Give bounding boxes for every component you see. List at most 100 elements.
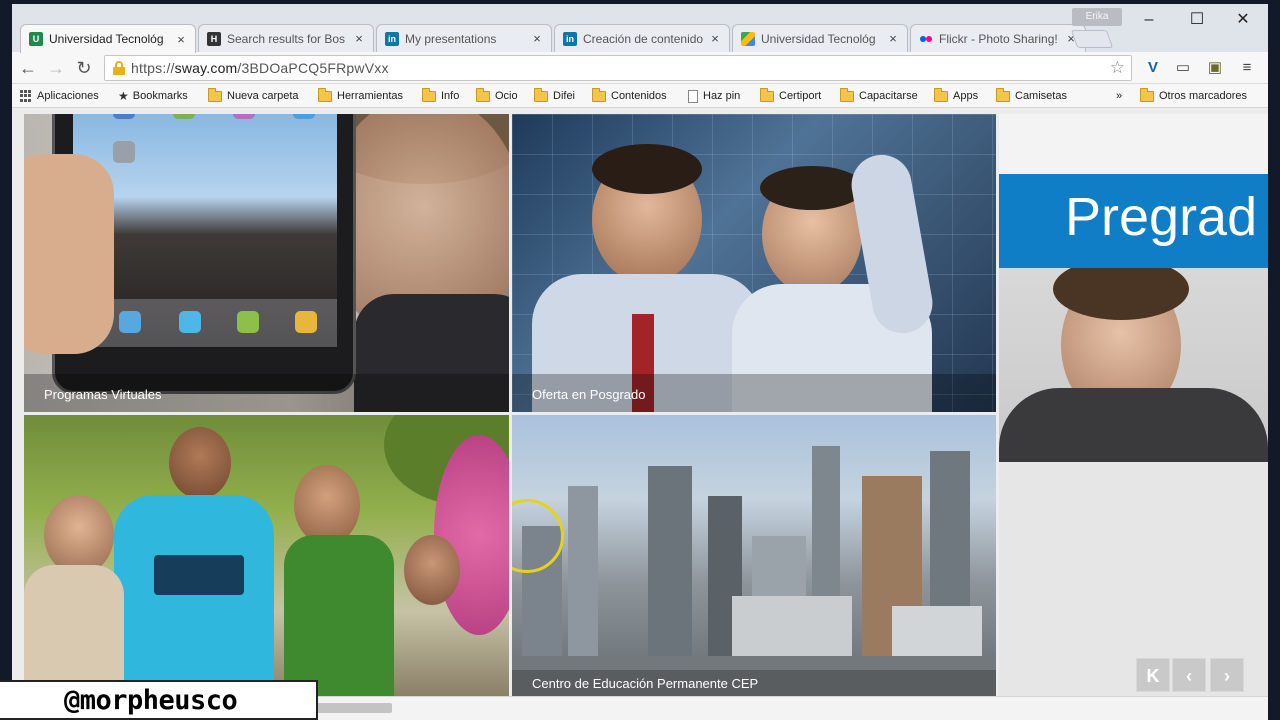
photo-student-2-head [294, 465, 360, 545]
folder-icon [534, 87, 548, 102]
app-icon [233, 114, 255, 119]
folder-icon [208, 87, 222, 102]
tab-title: My presentations [405, 31, 497, 46]
side-card-pregrado[interactable]: Pregrad K ‹ › [999, 114, 1268, 696]
profile-badge[interactable]: Erika [1072, 8, 1122, 26]
bookmark-star-icon[interactable]: ☆ [1110, 58, 1125, 78]
bookmark-label: Apps [953, 90, 979, 102]
app-icon [179, 311, 201, 333]
next-slide-button[interactable]: › [1210, 658, 1244, 692]
reload-icon[interactable]: ↻ [72, 56, 96, 80]
folder-icon [422, 87, 436, 102]
bookmark-label: Otros marcadores [1159, 90, 1248, 102]
haiku-deck-favicon-icon: H [207, 31, 221, 46]
forward-arrow-icon[interactable]: → [44, 56, 68, 80]
bookmarks-bar: Aplicaciones ★ Bookmarks Nueva carpeta H… [12, 84, 1268, 108]
url-path: /3BDOaPCQ5FRpwVxx [237, 60, 389, 76]
star-icon: ★ [118, 89, 129, 103]
other-bookmarks[interactable]: Otros marcadores [1140, 87, 1248, 104]
bookmark-camisetas[interactable]: Camisetas [996, 87, 1067, 104]
bookmark-label: Info [441, 90, 460, 102]
tab-universidad-1[interactable]: U Universidad Tecnológ × [20, 24, 196, 53]
new-tab-button[interactable] [1070, 30, 1114, 48]
tab-universidad-2[interactable]: Universidad Tecnológ × [732, 24, 908, 52]
bookmark-capacitarse[interactable]: Capacitarse [840, 87, 918, 104]
folder-icon [476, 87, 490, 102]
bookmarks-overflow-button[interactable]: » [1116, 88, 1122, 104]
app-icon [119, 311, 141, 333]
bookmark-ocio[interactable]: Ocio [476, 87, 518, 104]
tile-centro-educacion[interactable]: Centro de Educación Permanente CEP [512, 415, 996, 696]
bookmark-herramientas[interactable]: Herramientas [318, 87, 404, 104]
cast-icon[interactable]: ▭ [1172, 57, 1194, 79]
lock-icon [113, 61, 125, 75]
tab-strip: U Universidad Tecnológ × H Search result… [12, 4, 1268, 53]
photo-student-3-shirt [24, 565, 124, 696]
photo-student-head [169, 427, 231, 499]
bookmark-label: Nueva carpeta [227, 90, 299, 102]
tab-title: Creación de contenido [583, 31, 703, 46]
bookmark-label: Herramientas [337, 90, 404, 102]
bookmark-label: Ocio [495, 90, 518, 102]
bookmark-label: Capacitarse [859, 90, 918, 102]
close-tab-icon[interactable]: × [353, 31, 365, 46]
browser-window: U Universidad Tecnológ × H Search result… [12, 4, 1268, 720]
extension-monitor-icon[interactable]: ▣ [1204, 57, 1226, 79]
watermark-handle: @morpheusco [0, 680, 318, 720]
browser-toolbar: ← → ↻ https://sway.com/3BDOaPCQ5FRpwVxx … [12, 52, 1268, 84]
address-bar[interactable]: https://sway.com/3BDOaPCQ5FRpwVxx ☆ [104, 55, 1132, 81]
folder-icon [840, 87, 854, 102]
photo-student-shirt [999, 388, 1268, 462]
tab-title: Flickr - Photo Sharing! [939, 31, 1058, 46]
tile-programas-virtuales[interactable]: Programas Virtuales [24, 114, 509, 412]
photo-student-4-head [404, 535, 460, 605]
apps-grid-icon [20, 90, 32, 102]
close-tab-icon[interactable]: × [175, 32, 187, 47]
bookmark-aplicaciones[interactable]: Aplicaciones [20, 88, 99, 104]
bookmark-label: Haz pin [703, 90, 741, 102]
photo-shirt-print [154, 555, 244, 595]
maximize-button[interactable]: ☐ [1182, 10, 1212, 30]
google-drive-favicon-icon [741, 31, 755, 46]
bookmark-difei[interactable]: Difei [534, 87, 575, 104]
folder-icon [996, 87, 1010, 102]
bookmark-certiport[interactable]: Certiport [760, 87, 822, 104]
bookmark-info[interactable]: Info [422, 87, 460, 104]
close-tab-icon[interactable]: × [531, 31, 543, 46]
close-tab-icon[interactable]: × [887, 31, 899, 46]
previous-slide-button[interactable]: ‹ [1172, 658, 1206, 692]
first-slide-button[interactable]: K [1136, 658, 1170, 692]
folder-icon [318, 87, 332, 102]
bookmark-haz-pin[interactable]: Haz pin [688, 88, 740, 104]
flickr-favicon-icon [919, 32, 933, 46]
tab-creacion-contenido[interactable]: in Creación de contenido × [554, 24, 730, 52]
video-frame: U Universidad Tecnológ × H Search result… [0, 0, 1280, 720]
bookmark-contenidos[interactable]: Contenidos [592, 87, 667, 104]
bookmark-apps[interactable]: Apps [934, 87, 979, 104]
tab-flickr[interactable]: Flickr - Photo Sharing! × [910, 24, 1086, 52]
close-window-button[interactable]: ✕ [1228, 10, 1258, 30]
tab-title: Universidad Tecnológ [49, 32, 164, 46]
tab-search-results[interactable]: H Search results for Bos × [198, 24, 374, 52]
photo-person-2-hair [760, 166, 864, 210]
sway-page: Programas Virtuales Oferta en Posgrado C… [12, 108, 1268, 696]
folder-icon [760, 87, 774, 102]
close-tab-icon[interactable]: × [709, 31, 721, 46]
bookmark-nueva-carpeta[interactable]: Nueva carpeta [208, 87, 299, 104]
folder-icon [592, 87, 606, 102]
bookmark-label: Certiport [779, 90, 822, 102]
pregrado-photo [999, 268, 1268, 462]
utp-favicon-icon: U [29, 32, 43, 46]
app-icon [293, 114, 315, 119]
back-arrow-icon[interactable]: ← [16, 56, 40, 80]
app-icon [173, 114, 195, 119]
minimize-button[interactable]: – [1134, 10, 1164, 30]
tab-my-presentations[interactable]: in My presentations × [376, 24, 552, 52]
menu-icon[interactable]: ≡ [1236, 57, 1258, 79]
bookmark-bookmarks[interactable]: ★ Bookmarks [118, 88, 188, 104]
app-icon [113, 114, 135, 119]
tile-oferta-posgrado[interactable]: Oferta en Posgrado [512, 114, 996, 412]
tile-students[interactable] [24, 415, 509, 696]
extension-v-icon[interactable]: V [1142, 57, 1164, 79]
url-text: https://sway.com/3BDOaPCQ5FRpwVxx [131, 60, 389, 76]
